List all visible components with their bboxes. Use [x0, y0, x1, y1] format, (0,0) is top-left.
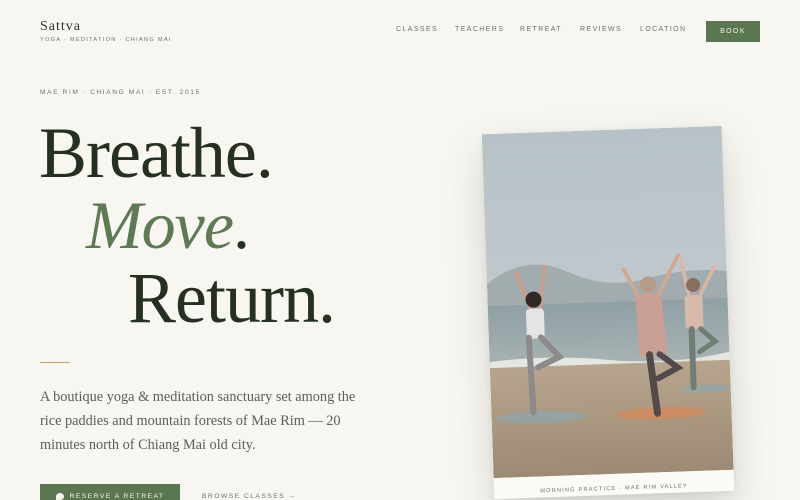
photo-caption: MORNING PRACTICE · MAE RIM VALLEY [540, 483, 689, 495]
hero-description: A boutique yoga & meditation sanctuary s… [40, 389, 356, 453]
nav-item-teachers[interactable]: TEACHERS [455, 26, 504, 33]
hero-photo-card: MORNING PRACTICE · MAE RIM VALLEY [481, 125, 735, 500]
headline-line-3: Return. [128, 258, 336, 338]
chat-bubble-icon [55, 492, 64, 500]
hero-eyebrow: MAE RIM · CHIANG MAI · EST. 2015 [40, 89, 201, 96]
reserve-retreat-label: RESERVE A RETREAT [69, 492, 165, 500]
headline-line-2-period: . [233, 187, 250, 263]
headline-line-2: Move. [86, 191, 250, 259]
book-button[interactable]: BOOK [706, 21, 760, 42]
nav-item-classes[interactable]: CLASSES [396, 26, 438, 33]
reserve-retreat-button[interactable]: RESERVE A RETREAT [40, 484, 180, 500]
nav-item-reviews[interactable]: REVIEWS [580, 26, 622, 33]
headline-line-1: Breathe. [39, 113, 274, 193]
gold-divider [40, 362, 70, 363]
nav-item-location[interactable]: LOCATION [640, 26, 686, 33]
nav-item-retreat[interactable]: RETREAT [520, 26, 562, 33]
yoga-photo-illustration [481, 125, 734, 479]
brand-name: Sattva [40, 19, 81, 34]
brand-tagline: YOGA · MEDITATION · CHIANG MAI [40, 37, 172, 43]
headline-line-2-word: Move [86, 187, 234, 263]
brand-logo[interactable]: Sattva YOGA · MEDITATION · CHIANG MAI [40, 19, 172, 43]
top-navigation: Sattva YOGA · MEDITATION · CHIANG MAI CL… [0, 0, 800, 62]
browse-classes-link[interactable]: BROWSE CLASSES → [202, 493, 297, 500]
yoga-beach-photo [481, 125, 734, 479]
